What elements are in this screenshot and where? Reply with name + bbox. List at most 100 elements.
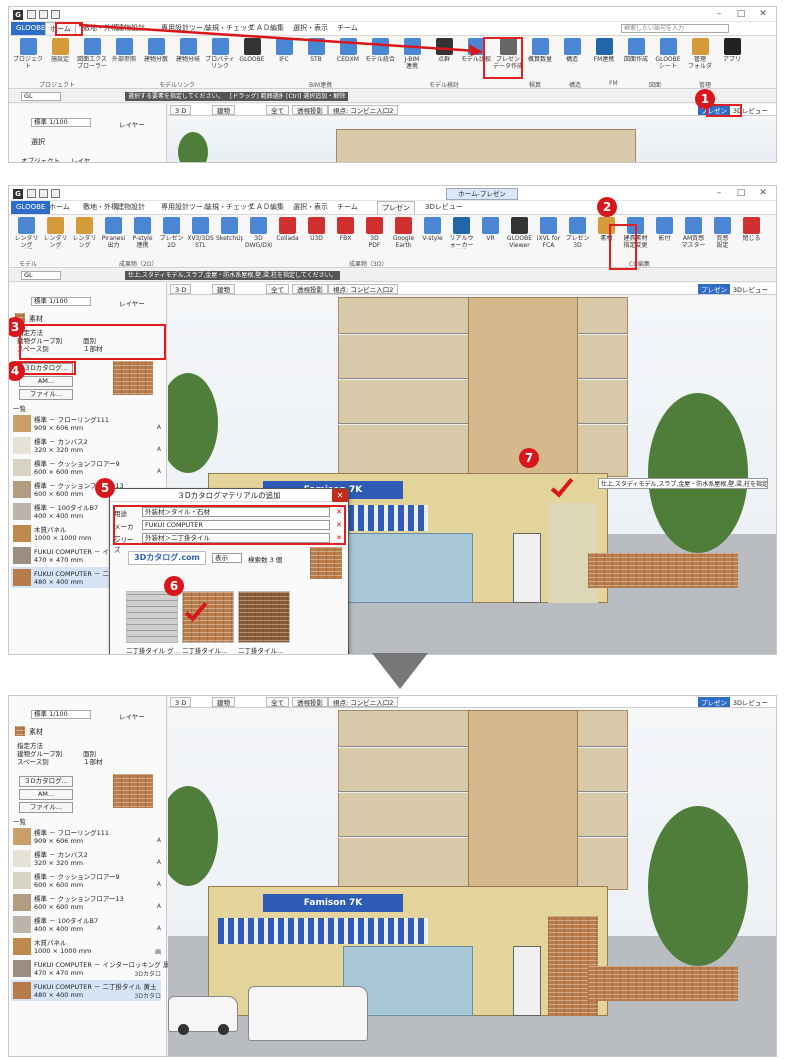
dialog-close-button[interactable]: ✕ [332,489,348,502]
scale-select[interactable]: 標準 1/100 [31,118,91,127]
material-list-item[interactable]: 標準 － カンバス2 320 × 320 mm A [11,435,161,456]
open-file-icon[interactable] [39,10,48,19]
am-button[interactable]: AM... [19,789,73,800]
minimize-button[interactable]: – [708,186,730,201]
ribbon2-button-23[interactable]: AM質感 マスター [680,217,707,249]
ribbon2-button-25[interactable]: 閉じる [738,217,765,249]
review-label[interactable]: 3Dレビュー [733,697,768,707]
tab-building[interactable]: 建物 [212,284,235,294]
thumb-dark[interactable] [238,591,290,643]
save-icon[interactable] [51,189,60,198]
material-list-item[interactable]: 標準 － クッションフロアー9 600 × 600 mm A [11,457,161,478]
material-list-item[interactable]: 標準 － フローリング111 909 × 606 mm A [11,413,161,434]
ribbon2-button-13[interactable]: Google Earth [390,217,417,249]
tab-viewpoint[interactable]: 視点: コンビニ入口2 [328,697,399,707]
maximize-button[interactable]: □ [730,7,752,22]
ribbon2-button-7[interactable]: SketchUp [216,217,243,249]
close-button[interactable]: ✕ [752,186,774,201]
radio-space[interactable]: スペース別 [17,756,49,766]
tab-all[interactable]: 全て [266,105,289,115]
catalog-button[interactable]: ３Dカタログ... [19,776,73,787]
tab-all[interactable]: 全て [266,284,289,294]
new-file-icon[interactable] [27,10,36,19]
layer-select[interactable]: GL [21,92,61,101]
ribbon2-button-2[interactable]: レンダリング ファクトリー [71,217,98,249]
file-button[interactable]: ファイル... [19,389,73,400]
new-file-icon[interactable] [27,189,36,198]
tab-viewpoint[interactable]: 視点: コンビニ入口2 [328,284,399,294]
layer-button[interactable]: レイヤー [119,298,145,308]
ribbon2-button-9[interactable]: Collada [274,217,301,249]
ribbon2-button-10[interactable]: U3D [303,217,330,249]
menu-tab-6[interactable]: ＣＡＤ編集 [245,201,288,214]
ribbon1-button-22[interactable]: アプリ [717,38,747,70]
scale-select[interactable]: 標準 1/100 [31,710,91,719]
radio-part[interactable]: １部材 [83,756,103,766]
ribbon1-button-0[interactable]: プロジェクト [13,38,43,70]
tab-perspective[interactable]: 透視投影 [292,105,328,115]
tab-3d[interactable]: 3 D [170,697,192,707]
ribbon2-button-0[interactable]: レンダリング 確認 [13,217,40,249]
material-list-item[interactable]: FUKUI COMPUTER － インターロッキング 黒 470 × 470 m… [11,958,169,979]
ribbon2-button-12[interactable]: 3D PDF [361,217,388,249]
ribbon2-button-18[interactable]: iXVL for FCA [535,217,562,249]
material-list-item[interactable]: FUKUI COMPUTER － 二丁掛タイル 黄土 480 × 400 mm … [11,980,161,1001]
maximize-button[interactable]: □ [730,186,752,201]
minimize-button[interactable]: – [708,7,730,22]
save-icon[interactable] [51,10,60,19]
file-button[interactable]: ファイル... [19,802,73,813]
ribbon2-button-22[interactable]: 影付 [651,217,678,249]
menu-tab-9[interactable]: プレゼン [377,201,415,214]
ribbon2-button-11[interactable]: FBX [332,217,359,249]
ribbon2-button-15[interactable]: リアルウォーカー 連携 [448,217,475,249]
material-list-item[interactable]: 標準 － フローリング111 909 × 606 mm A [11,826,161,847]
menu-tab-1[interactable]: ホーム [45,201,74,214]
layer-select[interactable]: GL [21,271,61,280]
ribbon1-button-19[interactable]: 図面作成 [621,38,651,70]
material-list-item[interactable]: 標準 － クッションフロアー13 600 × 600 mm A [11,892,161,913]
menu-tab-10[interactable]: 3Dレビュー [421,201,467,214]
ribbon1-button-21[interactable]: 管理 フォルダ [685,38,715,70]
tab-all[interactable]: 全て [266,697,289,707]
option-object[interactable]: オブジェクト [21,155,60,162]
ribbon2-button-19[interactable]: プレゼン3D [564,217,591,249]
menu-tab-3[interactable]: 建物設計 [113,201,149,214]
ribbon2-button-17[interactable]: GLOOBE Viewer [506,217,533,249]
tab-perspective[interactable]: 透視投影 [292,284,328,294]
presen-label[interactable]: プレゼン [698,284,730,294]
layer-button[interactable]: レイヤー [119,119,145,129]
catalog-logo[interactable]: 3Dカタログ.com [128,551,206,565]
ribbon1-button-18[interactable]: FM連携 [589,38,619,70]
scale-select[interactable]: 標準 1/100 [31,297,91,306]
layer-button[interactable]: レイヤー [119,711,145,721]
material-list-item[interactable]: 標準 － カンバス2 320 × 320 mm A [11,848,161,869]
ribbon1-button-17[interactable]: 構造 [557,38,587,70]
ribbon2-button-14[interactable]: V-style [419,217,446,249]
ribbon2-button-24[interactable]: 質感 設定 [709,217,736,249]
tab-building[interactable]: 建物 [212,105,235,115]
ribbon1-button-16[interactable]: 概算数量 [525,38,555,70]
tab-viewpoint[interactable]: 視点: コンビニ入口2 [328,105,399,115]
ribbon2-button-1[interactable]: レンダリング 画像 [42,217,69,249]
tab-3d[interactable]: 3 D [170,284,192,294]
menu-tab-8[interactable]: チーム [333,201,362,214]
menu-tab-7[interactable]: 選択・表示 [289,201,332,214]
display-select[interactable]: 表示 [212,553,242,563]
ribbon2-button-5[interactable]: プレゼン 2D [158,217,185,249]
ribbon2-button-3[interactable]: Piranesi 出力 [100,217,127,249]
ribbon1-button-20[interactable]: GLOOBE シート [653,38,683,70]
material-list-item[interactable]: 木質パネル 1000 × 1000 mm 画 [11,936,161,957]
option-layer[interactable]: レイヤ [71,155,90,162]
tab-building[interactable]: 建物 [212,697,235,707]
material-list-item[interactable]: 標準 － クッションフロアー9 600 × 600 mm A [11,870,161,891]
open-file-icon[interactable] [39,189,48,198]
search-input[interactable]: 検索したい語句を入力 [621,24,729,33]
presen-label[interactable]: プレゼン [698,697,730,707]
close-button[interactable]: ✕ [752,7,774,22]
ribbon2-button-16[interactable]: VR [477,217,504,249]
thumb-gray[interactable] [126,591,178,643]
tab-3d[interactable]: 3 D [170,105,192,115]
review-label[interactable]: 3Dレビュー [733,284,768,294]
am-button[interactable]: AM... [19,376,73,387]
ribbon2-button-4[interactable]: P-style 連携 [129,217,156,249]
